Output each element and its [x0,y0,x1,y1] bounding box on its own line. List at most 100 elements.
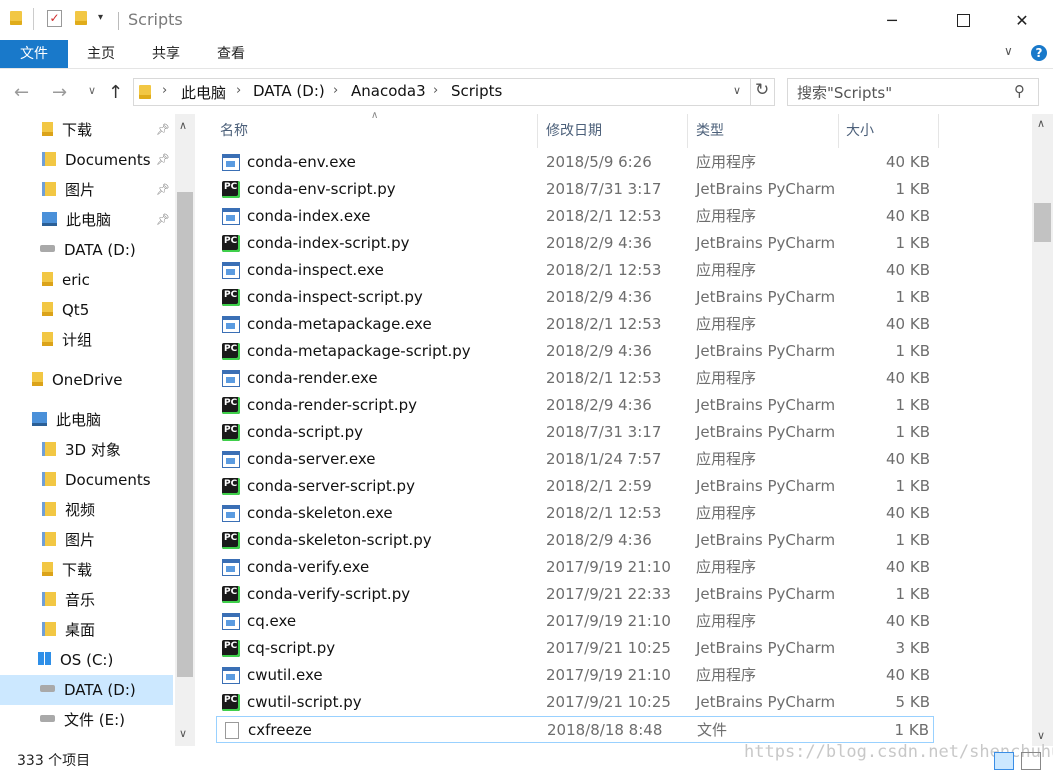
sidebar-item-data-drive-pc[interactable]: DATA (D:) [0,675,173,705]
file-date: 2017/9/19 21:10 [546,666,671,684]
properties-icon[interactable]: ✓ [47,10,62,27]
file-size: 1 KB [895,531,930,549]
table-row[interactable]: PC conda-inspect-script.py 2018/2/9 4:36 Je… [216,284,934,311]
sidebar-item-pictures-pc[interactable]: 图片 [42,525,170,555]
breadcrumb-data-drive[interactable]: DATA (D:) [253,82,325,100]
table-row[interactable]: PC conda-render-script.py 2018/2/9 4:36 Jet… [216,392,934,419]
table-row[interactable]: conda-verify.exe 2017/9/19 21:10 应用程序 40 KB [216,554,934,581]
column-header-type[interactable]: 类型 [696,114,836,148]
maximize-button[interactable] [940,0,986,40]
new-folder-icon[interactable] [75,11,87,25]
help-icon[interactable]: ? [1031,45,1047,61]
tab-file[interactable]: 文件 [0,40,68,68]
search-icon[interactable]: ⚲ [1014,82,1025,100]
scroll-down-arrow-icon[interactable]: ∨ [179,727,187,740]
sidebar-item-label: 图片 [65,181,96,199]
sidebar-item-eric[interactable]: eric [42,265,170,295]
chevron-right-icon[interactable]: › [433,83,438,98]
sidebar-item-label: Documents [65,151,151,169]
file-type: JetBrains PyCharm [696,639,836,657]
sidebar-item-e-drive[interactable]: 文件 (E:) [40,705,170,735]
sidebar-item-3d-objects[interactable]: 3D 对象 [42,435,170,465]
details-view-icon[interactable] [994,752,1014,770]
column-header-name[interactable]: 名称 [220,114,530,148]
table-row[interactable]: PC conda-skeleton-script.py 2018/2/9 4:36 J… [216,527,934,554]
file-size: 1 KB [894,721,929,739]
table-row[interactable]: PC cwutil-script.py 2017/9/21 10:25 JetBrai… [216,689,934,716]
chevron-right-icon[interactable]: › [236,83,241,98]
sidebar-item-qt5[interactable]: Qt5 [42,295,170,325]
file-date: 2018/8/18 8:48 [547,721,663,739]
chevron-right-icon[interactable]: › [162,83,167,98]
tab-view[interactable]: 查看 [208,40,254,68]
window-title: Scripts [128,10,183,29]
sidebar-item-desktop[interactable]: 桌面 [42,615,170,645]
sidebar-item-documents-pc[interactable]: Documents [42,465,170,495]
table-row[interactable]: PC conda-env-script.py 2018/7/31 3:17 JetBr… [216,176,934,203]
sidebar-item-videos[interactable]: 视频 [42,495,170,525]
scroll-up-arrow-icon[interactable]: ∧ [1037,117,1045,130]
table-row[interactable]: conda-index.exe 2018/2/1 12:53 应用程序 40 KB [216,203,934,230]
table-row[interactable]: conda-render.exe 2018/2/1 12:53 应用程序 40 KB [216,365,934,392]
forward-arrow-icon[interactable]: → [52,82,67,103]
table-row[interactable]: cxfreeze 2018/8/18 8:48 文件 1 KB [216,716,934,743]
drive-icon [40,685,55,692]
table-row[interactable]: PC conda-verify-script.py 2017/9/21 22:33 J… [216,581,934,608]
file-date: 2018/5/9 6:26 [546,153,652,171]
application-icon [222,451,240,468]
divider [838,114,839,148]
expand-ribbon-icon[interactable]: ∨ [1004,44,1013,58]
table-row[interactable]: PC cq-script.py 2017/9/21 10:25 JetBrains P… [216,635,934,662]
address-dropdown-icon[interactable]: ∨ [733,84,741,97]
table-row[interactable]: conda-server.exe 2018/1/24 7:57 应用程序 40 KB [216,446,934,473]
back-arrow-icon[interactable]: ← [14,82,29,103]
table-row[interactable]: PC conda-script.py 2018/7/31 3:17 JetBrains… [216,419,934,446]
file-list-scrollbar-thumb[interactable] [1034,203,1051,242]
table-row[interactable]: PC conda-metapackage-script.py 2018/2/9 4:… [216,338,934,365]
file-type: 应用程序 [696,315,757,333]
large-icons-view-icon[interactable] [1021,752,1041,770]
chevron-right-icon[interactable]: › [333,83,338,98]
table-row[interactable]: cq.exe 2017/9/19 21:10 应用程序 40 KB [216,608,934,635]
table-row[interactable]: conda-skeleton.exe 2018/2/1 12:53 应用程序 40 K… [216,500,934,527]
customize-quick-access-icon[interactable]: ▾ [98,12,103,23]
file-date: 2018/2/1 12:53 [546,315,662,333]
sidebar-item-jizu[interactable]: 计组 [42,325,170,355]
sidebar-item-music[interactable]: 音乐 [42,585,170,615]
sidebar-item-this-pc-root[interactable]: 此电脑 [32,405,170,435]
breadcrumb-this-pc[interactable]: 此电脑 [181,82,226,103]
sidebar-item-os-drive[interactable]: OS (C:) [38,645,170,675]
breadcrumb-scripts[interactable]: Scripts [451,82,502,100]
table-row[interactable]: conda-metapackage.exe 2018/2/1 12:53 应用程序 4… [216,311,934,338]
sidebar-item-data-drive[interactable]: DATA (D:) [40,235,170,265]
sidebar-item-this-pc[interactable]: 此电脑 📌︎ [42,205,170,235]
refresh-icon[interactable]: ↻ [755,80,769,100]
table-row[interactable]: conda-env.exe 2018/5/9 6:26 应用程序 40 KB [216,149,934,176]
table-row[interactable]: conda-inspect.exe 2018/2/1 12:53 应用程序 40 KB [216,257,934,284]
pycharm-file-icon: PC [222,397,240,414]
column-header-size[interactable]: 大小 [846,114,936,148]
breadcrumb-anacoda3[interactable]: Anacoda3 [351,82,426,100]
sidebar-scrollbar-thumb[interactable] [177,192,193,677]
table-row[interactable]: PC conda-index-script.py 2018/2/9 4:36 JetB… [216,230,934,257]
sidebar-item-onedrive[interactable]: OneDrive [32,365,170,395]
close-icon: ✕ [1015,10,1029,30]
tab-share[interactable]: 共享 [143,40,189,68]
sidebar-item-pictures[interactable]: 图片 📌︎ [42,175,170,205]
recent-locations-icon[interactable]: ∨ [88,84,96,97]
scroll-up-arrow-icon[interactable]: ∧ [179,119,187,132]
table-row[interactable]: cwutil.exe 2017/9/19 21:10 应用程序 40 KB [216,662,934,689]
close-button[interactable]: ✕ [999,0,1045,40]
sidebar-item-downloads[interactable]: 下载 📌︎ [42,115,170,145]
file-date: 2018/2/1 12:53 [546,207,662,225]
column-header-date[interactable]: 修改日期 [546,114,686,148]
up-arrow-icon[interactable]: ↑ [108,82,123,103]
sidebar-item-downloads-pc[interactable]: 下载 [42,555,170,585]
tab-home[interactable]: 主页 [78,40,124,68]
sidebar-item-documents[interactable]: Documents 📌︎ [42,145,170,175]
scroll-down-arrow-icon[interactable]: ∨ [1037,729,1045,742]
file-type: 应用程序 [696,504,757,522]
minimize-button[interactable]: ─ [869,0,915,40]
table-row[interactable]: PC conda-server-script.py 2018/2/1 2:59 Jet… [216,473,934,500]
file-size: 40 KB [886,666,930,684]
